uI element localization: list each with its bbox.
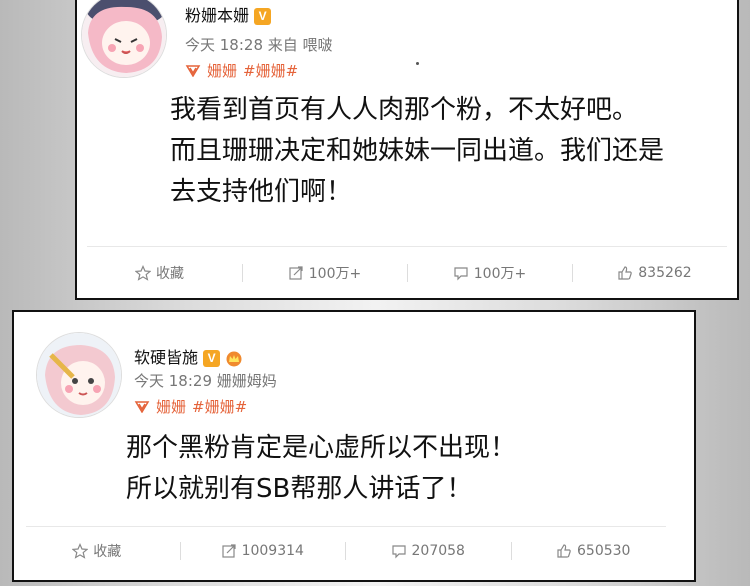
star-icon — [135, 265, 151, 281]
topic-link[interactable]: 姗姗 — [156, 396, 186, 417]
topic-tags: 姗姗 #姗姗# — [134, 396, 247, 417]
post-content: 我看到首页有人人肉那个粉，不太好吧。 而且珊珊决定和她妹妹一同出道。我们还是 去… — [170, 95, 665, 207]
avatar[interactable] — [81, 0, 167, 78]
weibo-post-2: 软硬皆施 V 今天 18:29 姗姗姆妈 姗姗 #姗姗# 那个黑粉肯定是心虚所以… — [12, 310, 696, 582]
like-button[interactable]: 650530 — [510, 534, 677, 568]
username[interactable]: 粉姗本姗 V — [185, 2, 272, 26]
repost-icon — [289, 266, 303, 280]
comment-button[interactable]: 207058 — [345, 534, 511, 568]
comment-icon — [391, 545, 406, 559]
repost-button[interactable]: 1009314 — [179, 534, 346, 568]
action-bar: 收藏 100万+ 100万+ 835262 — [77, 256, 737, 290]
verified-badge-icon: V — [254, 8, 272, 25]
like-button[interactable]: 835262 — [572, 256, 737, 290]
post-time: 今天 18:28 — [185, 36, 263, 54]
hashtag-link[interactable]: #姗姗# — [192, 396, 247, 417]
favorite-button[interactable]: 收藏 — [77, 256, 242, 290]
weibo-post-1: 粉姗本姗 V 今天 18:28 来自 喂啵 姗姗 #姗姗# 我看到首页有人人肉那… — [75, 0, 739, 300]
crown-icon — [226, 351, 242, 366]
hashtag-link[interactable]: #姗姗# — [243, 60, 298, 81]
post-meta: 今天 18:28 来自 喂啵 — [185, 34, 333, 55]
topic-link[interactable]: 姗姗 — [207, 60, 237, 81]
avatar[interactable] — [36, 332, 122, 418]
thumbs-up-icon — [618, 266, 633, 280]
username[interactable]: 软硬皆施 V — [134, 344, 243, 368]
post-meta: 今天 18:29 姗姗姆妈 — [134, 370, 277, 391]
post-content: 那个黑粉肯定是心虚所以不出现！ 所以就别有SB帮那人讲话了！ — [126, 433, 517, 504]
action-bar: 收藏 1009314 207058 650530 — [14, 534, 676, 568]
post-source: 姗姗姆妈 — [216, 372, 277, 390]
post-source: 来自 喂啵 — [267, 36, 333, 54]
favorite-button[interactable]: 收藏 — [14, 534, 180, 568]
verified-badge-icon: V — [203, 350, 221, 367]
repost-icon — [221, 544, 236, 558]
repost-button[interactable]: 100万+ — [242, 256, 407, 290]
topic-icon — [185, 64, 201, 77]
comment-icon — [454, 267, 468, 281]
topic-icon — [134, 400, 150, 413]
thumbs-up-icon — [557, 544, 571, 558]
topic-tags: 姗姗 #姗姗# — [185, 60, 298, 81]
star-icon — [72, 543, 89, 559]
comment-button[interactable]: 100万+ — [407, 256, 572, 290]
post-time: 今天 18:29 — [134, 372, 212, 390]
